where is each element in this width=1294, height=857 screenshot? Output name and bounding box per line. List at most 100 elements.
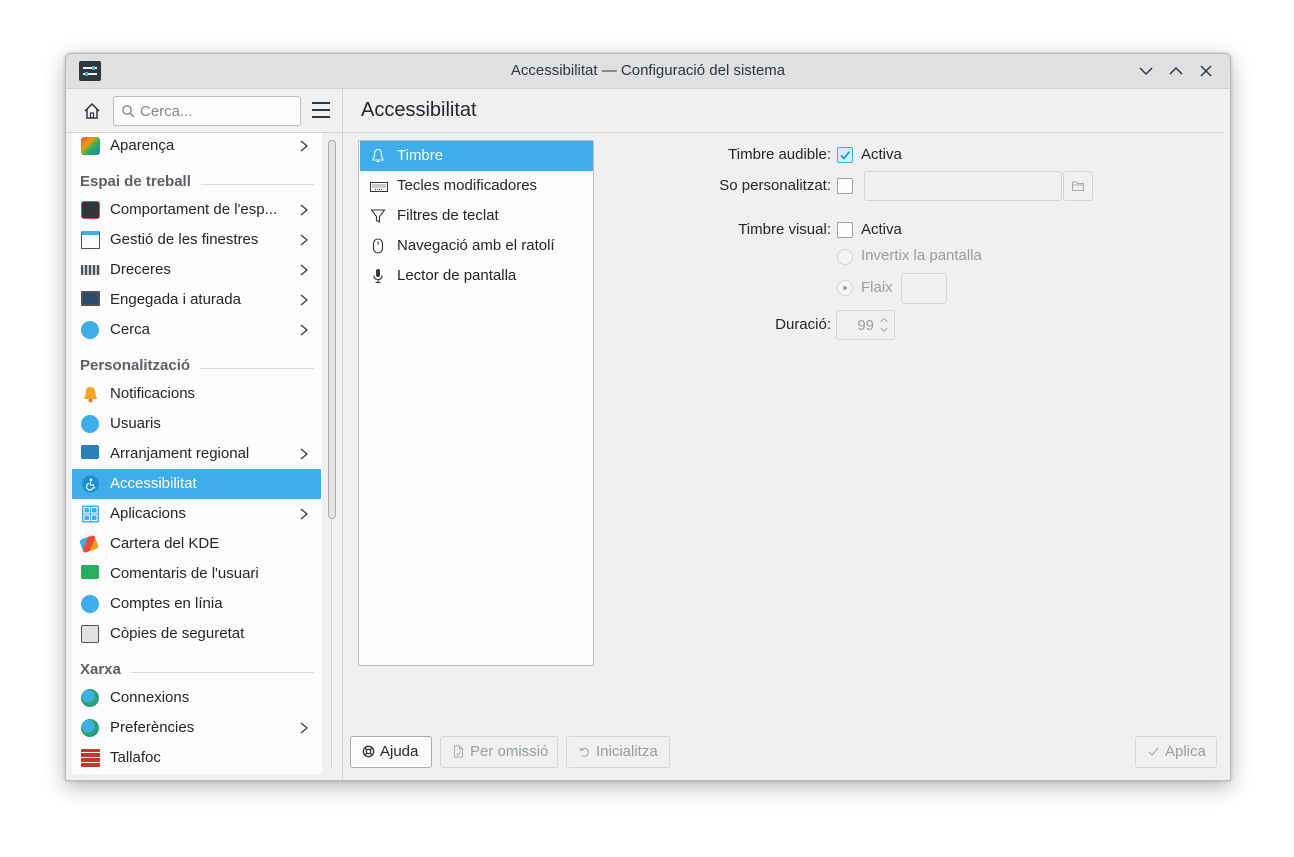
content-header-divider (343, 132, 1224, 133)
custom-sound-label: So personalitzat: (719, 177, 831, 194)
visual-bell-checkbox[interactable] (837, 222, 853, 238)
sidebar-item-label: Comentaris de l'usuari (110, 565, 259, 582)
chevron-right-icon (300, 204, 308, 216)
firewall-icon (81, 749, 100, 767)
sidebar-item-backups[interactable]: Còpies de seguretat (72, 619, 321, 649)
reset-button-label: Inicialitza (596, 743, 658, 760)
globe-icon (81, 689, 99, 707)
search-field[interactable] (113, 96, 301, 126)
sidebar-item-shortcuts[interactable]: Dreceres (72, 255, 321, 285)
section-header-workspace: Espai de treball (80, 173, 314, 195)
tab-bell[interactable]: Timbre (360, 141, 593, 171)
invert-screen-radio[interactable] (837, 249, 853, 265)
feedback-icon (81, 565, 99, 579)
flash-radio[interactable] (837, 280, 853, 296)
sidebar-item-kde-wallet[interactable]: Cartera del KDE (72, 529, 321, 559)
duration-spinbox[interactable]: 99 (836, 310, 895, 340)
chevron-right-icon (300, 264, 308, 276)
search-icon (122, 105, 135, 118)
chevron-right-icon (300, 234, 308, 246)
sidebar-item-users[interactable]: Usuaris (72, 409, 321, 439)
sidebar-item-accessibility[interactable]: Accessibilitat (72, 469, 321, 499)
chevron-right-icon (300, 140, 308, 152)
flash-color-button[interactable] (901, 273, 947, 304)
settings-window: Accessibilitat — Configuració del sistem… (65, 53, 1231, 781)
sidebar-item-appearance[interactable]: Aparença (72, 133, 321, 161)
sidebar-item-startup-shutdown[interactable]: Engegada i aturada (72, 285, 321, 315)
maximize-button[interactable] (1167, 62, 1185, 80)
custom-sound-path-field[interactable] (864, 171, 1062, 201)
applications-icon (82, 505, 99, 523)
custom-sound-checkbox[interactable] (837, 178, 853, 194)
sidebar-item-label: Aparença (110, 137, 175, 154)
microphone-icon (373, 269, 383, 284)
tab-label: Navegació amb el ratolí (397, 237, 555, 254)
title-bar[interactable]: Accessibilitat — Configuració del sistem… (66, 54, 1230, 89)
sidebar-scrollbar-track[interactable] (331, 519, 332, 767)
regional-settings-icon (81, 445, 99, 459)
sidebar-item-label: Còpies de seguretat (110, 625, 245, 642)
minimize-button[interactable] (1137, 62, 1155, 80)
audible-bell-checkbox[interactable] (837, 147, 853, 163)
search-input[interactable] (138, 100, 292, 122)
sidebar-item-label: Accessibilitat (110, 475, 197, 492)
sidebar-item-notifications[interactable]: Notificacions (72, 379, 321, 409)
workspace-behavior-icon (81, 201, 100, 219)
sidebar-item-regional-settings[interactable]: Arranjament regional (72, 439, 321, 469)
sidebar-item-window-management[interactable]: Gestió de les finestres (72, 225, 321, 255)
tab-mouse-navigation[interactable]: Navegació amb el ratolí (360, 231, 593, 261)
chevron-right-icon (300, 508, 308, 520)
chevron-up-icon (1169, 66, 1183, 75)
appearance-icon (81, 137, 100, 155)
online-accounts-icon (81, 595, 99, 613)
hamburger-menu-button[interactable] (312, 102, 330, 118)
defaults-button-label: Per omissió (470, 743, 549, 760)
chevron-right-icon (300, 448, 308, 460)
keyboard-icon (370, 182, 388, 192)
accessibility-tab-list[interactable]: Timbre Tecles modificadores Filtres de t… (358, 140, 594, 666)
tab-modifier-keys[interactable]: Tecles modificadores (360, 171, 593, 201)
sidebar-item-label: Comportament de l'esp... (110, 201, 278, 218)
close-icon (1200, 65, 1212, 77)
sidebar-item-online-accounts[interactable]: Comptes en línia (72, 589, 321, 619)
sidebar-item-label: Comptes en línia (110, 595, 223, 612)
sidebar-item-applications[interactable]: Aplicacions (72, 499, 321, 529)
sidebar-item-label: Arranjament regional (110, 445, 250, 462)
page-title: Accessibilitat (361, 99, 477, 121)
tab-keyboard-filters[interactable]: Filtres de teclat (360, 201, 593, 231)
duration-label: Duració: (775, 316, 831, 333)
sidebar-item-search[interactable]: Cerca (72, 315, 321, 345)
sidebar-list[interactable]: Aparença Espai de treball Comportament d… (72, 133, 322, 774)
sidebar-item-connections[interactable]: Connexions (72, 683, 321, 713)
browse-sound-button[interactable] (1063, 171, 1093, 201)
audible-bell-option-label[interactable]: Activa (861, 146, 902, 163)
sidebar-item-label: Notificacions (110, 385, 196, 402)
sidebar-item-workspace-behavior[interactable]: Comportament de l'esp... (72, 195, 321, 225)
bell-icon (372, 148, 384, 163)
chevron-right-icon (300, 324, 308, 336)
bell-icon (84, 387, 97, 403)
sidebar-item-label: Usuaris (110, 415, 161, 432)
mouse-icon (372, 238, 384, 254)
sidebar-scrollbar-handle[interactable] (328, 140, 336, 519)
home-button[interactable] (82, 101, 102, 121)
sidebar-item-firewall[interactable]: Tallafoc (72, 743, 321, 773)
tab-screen-reader[interactable]: Lector de pantalla (360, 261, 593, 291)
sidebar-item-label: Engegada i aturada (110, 291, 241, 308)
reset-button[interactable]: Inicialitza (566, 736, 670, 768)
sidebar-item-label: Tallafoc (110, 749, 161, 766)
apply-button[interactable]: Aplica (1135, 736, 1217, 768)
defaults-button[interactable]: Per omissió (440, 736, 558, 768)
help-button[interactable]: Ajuda (350, 736, 432, 768)
sidebar-item-network-preferences[interactable]: Preferències (72, 713, 321, 743)
flash-label: Flaix (861, 279, 893, 296)
spin-arrows-icon[interactable] (879, 315, 889, 335)
sidebar-item-label: Gestió de les finestres (110, 231, 259, 248)
close-button[interactable] (1197, 62, 1215, 80)
search-icon (81, 321, 99, 339)
tab-label: Tecles modificadores (397, 177, 538, 194)
sidebar-item-user-feedback[interactable]: Comentaris de l'usuari (72, 559, 321, 589)
tab-label: Filtres de teclat (397, 207, 499, 224)
sidebar-item-label: Cerca (110, 321, 151, 338)
visual-bell-option-label[interactable]: Activa (861, 221, 902, 238)
